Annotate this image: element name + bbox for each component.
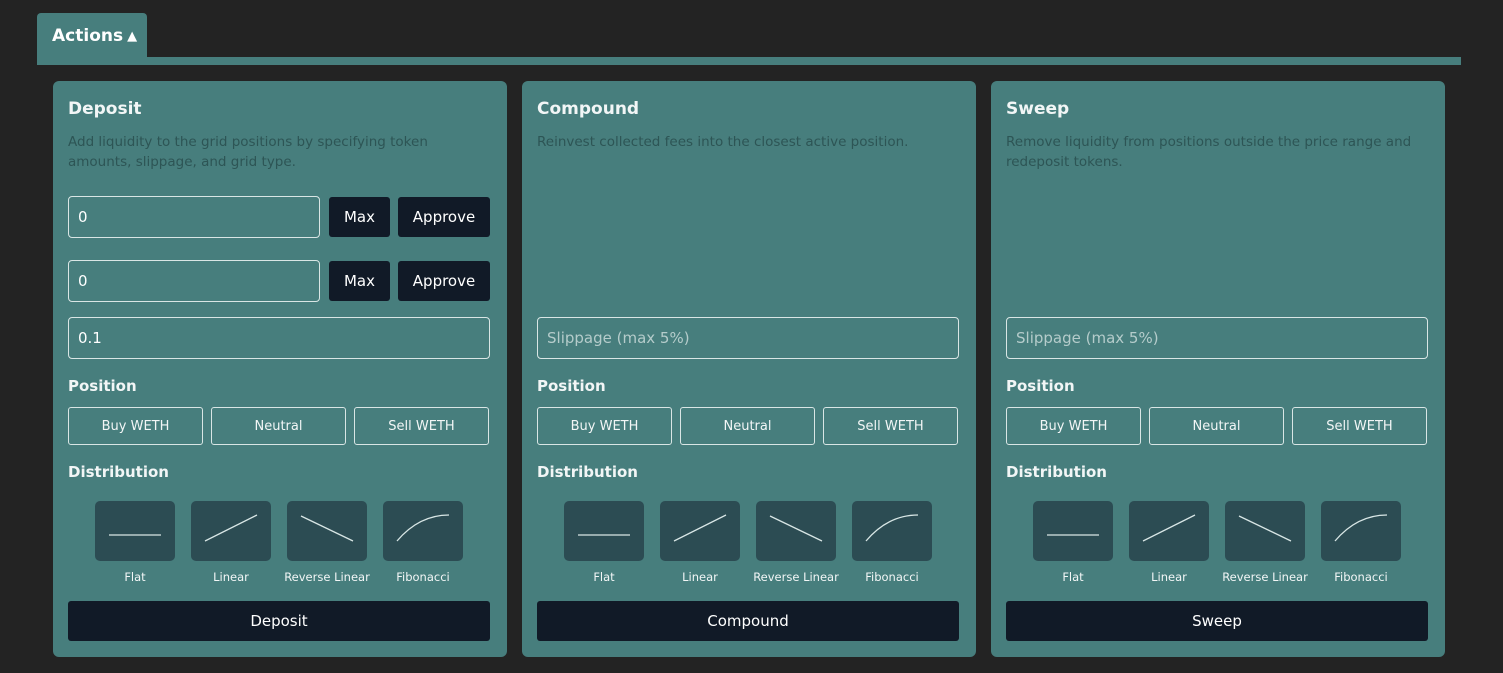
position-neutral-button[interactable]: Neutral: [680, 407, 815, 445]
deposit-card: Deposit Add liquidity to the grid positi…: [53, 81, 507, 657]
fibonacci-curve-icon: [1321, 501, 1401, 561]
distribution-reverse-linear-label: Reverse Linear: [284, 570, 370, 584]
distribution-linear-label: Linear: [213, 570, 249, 584]
distribution-reverse-linear-label: Reverse Linear: [1222, 570, 1308, 584]
distribution-reverse-linear-option[interactable]: Reverse Linear: [279, 501, 375, 584]
slippage-input[interactable]: [68, 317, 490, 359]
position-sell-weth-button[interactable]: Sell WETH: [823, 407, 958, 445]
reverse-linear-line-icon: [756, 501, 836, 561]
distribution-flat-label: Flat: [593, 570, 615, 584]
card-title: Compound: [537, 99, 640, 119]
position-neutral-button[interactable]: Neutral: [211, 407, 346, 445]
token-a-max-button[interactable]: Max: [329, 197, 390, 237]
flat-line-icon: [564, 501, 644, 561]
card-description: Reinvest collected fees into the closest…: [537, 134, 909, 150]
position-sell-weth-button[interactable]: Sell WETH: [354, 407, 489, 445]
distribution-reverse-linear-label: Reverse Linear: [753, 570, 839, 584]
position-label: Position: [537, 377, 606, 395]
distribution-flat-option[interactable]: Flat: [1025, 501, 1121, 584]
distribution-fibonacci-option[interactable]: Fibonacci: [1313, 501, 1409, 584]
actions-tab-label: Actions: [52, 26, 124, 46]
reverse-linear-line-icon: [1225, 501, 1305, 561]
position-label: Position: [1006, 377, 1075, 395]
token-b-amount-input[interactable]: [68, 260, 320, 302]
distribution-linear-label: Linear: [1151, 570, 1187, 584]
token-a-approve-button[interactable]: Approve: [398, 197, 490, 237]
sweep-card: Sweep Remove liquidity from positions ou…: [991, 81, 1445, 657]
distribution-label: Distribution: [1006, 463, 1107, 481]
distribution-fibonacci-option[interactable]: Fibonacci: [844, 501, 940, 584]
distribution-linear-option[interactable]: Linear: [183, 501, 279, 584]
flat-line-icon: [1033, 501, 1113, 561]
position-label: Position: [68, 377, 137, 395]
position-buy-weth-button[interactable]: Buy WETH: [68, 407, 203, 445]
distribution-linear-option[interactable]: Linear: [652, 501, 748, 584]
distribution-label: Distribution: [537, 463, 638, 481]
fibonacci-curve-icon: [852, 501, 932, 561]
position-buy-weth-button[interactable]: Buy WETH: [1006, 407, 1141, 445]
compound-card: Compound Reinvest collected fees into th…: [522, 81, 976, 657]
distribution-linear-label: Linear: [682, 570, 718, 584]
compound-button[interactable]: Compound: [537, 601, 959, 641]
reverse-linear-line-icon: [287, 501, 367, 561]
caret-up-icon: ▲: [127, 28, 138, 44]
distribution-fibonacci-label: Fibonacci: [1334, 570, 1388, 584]
distribution-flat-label: Flat: [124, 570, 146, 584]
distribution-linear-option[interactable]: Linear: [1121, 501, 1217, 584]
slippage-input[interactable]: [537, 317, 959, 359]
distribution-flat-option[interactable]: Flat: [556, 501, 652, 584]
position-sell-weth-button[interactable]: Sell WETH: [1292, 407, 1427, 445]
distribution-fibonacci-label: Fibonacci: [865, 570, 919, 584]
linear-line-icon: [1129, 501, 1209, 561]
actions-tab[interactable]: Actions ▲: [37, 13, 147, 59]
card-title: Sweep: [1006, 99, 1070, 119]
distribution-label: Distribution: [68, 463, 169, 481]
linear-line-icon: [660, 501, 740, 561]
deposit-button[interactable]: Deposit: [68, 601, 490, 641]
distribution-reverse-linear-option[interactable]: Reverse Linear: [748, 501, 844, 584]
distribution-fibonacci-label: Fibonacci: [396, 570, 450, 584]
distribution-flat-label: Flat: [1062, 570, 1084, 584]
tab-underline: [37, 57, 1461, 65]
card-description: Remove liquidity from positions outside …: [1006, 134, 1412, 170]
token-a-amount-input[interactable]: [68, 196, 320, 238]
position-neutral-button[interactable]: Neutral: [1149, 407, 1284, 445]
position-buy-weth-button[interactable]: Buy WETH: [537, 407, 672, 445]
fibonacci-curve-icon: [383, 501, 463, 561]
distribution-flat-option[interactable]: Flat: [87, 501, 183, 584]
sweep-button[interactable]: Sweep: [1006, 601, 1428, 641]
distribution-reverse-linear-option[interactable]: Reverse Linear: [1217, 501, 1313, 584]
linear-line-icon: [191, 501, 271, 561]
card-description: Add liquidity to the grid positions by s…: [68, 134, 428, 170]
slippage-input[interactable]: [1006, 317, 1428, 359]
token-b-max-button[interactable]: Max: [329, 261, 390, 301]
flat-line-icon: [95, 501, 175, 561]
card-title: Deposit: [68, 99, 142, 119]
distribution-fibonacci-option[interactable]: Fibonacci: [375, 501, 471, 584]
token-b-approve-button[interactable]: Approve: [398, 261, 490, 301]
